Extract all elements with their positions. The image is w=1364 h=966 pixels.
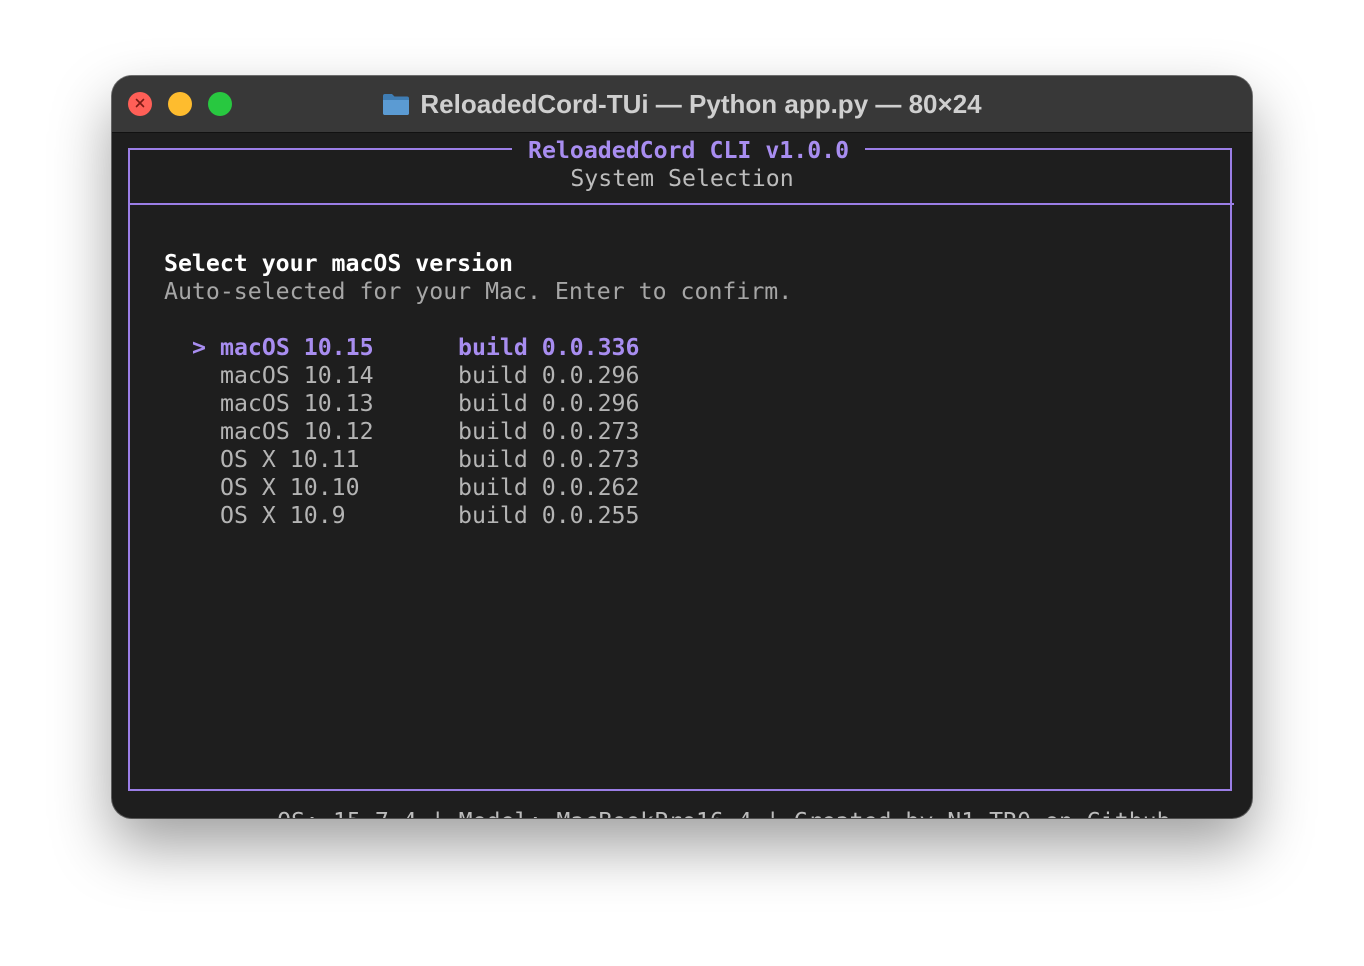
prompt-subtitle: Auto-selected for your Mac. Enter to con… — [164, 278, 793, 305]
terminal-content[interactable]: ReloadedCord CLI v1.0.0 System Selection… — [112, 133, 1252, 818]
window-title-group: ReloadedCord-TUi — Python app.py — 80×24 — [112, 76, 1252, 132]
window-title: ReloadedCord-TUi — Python app.py — 80×24 — [420, 88, 982, 119]
version-build: build 0.0.296 — [458, 390, 640, 417]
terminal-window: ReloadedCord-TUi — Python app.py — 80×24… — [112, 76, 1252, 818]
status-footer: OS: 15.7.4 | Model: MacBookPro16,4 | Cre… — [112, 780, 1252, 818]
version-build: build 0.0.336 — [458, 334, 640, 361]
version-label: macOS 10.14 — [220, 362, 374, 389]
version-label: OS X 10.10 — [220, 474, 360, 501]
version-label: macOS 10.13 — [220, 390, 374, 417]
prompt-title: Select your macOS version — [164, 250, 514, 277]
version-build: build 0.0.273 — [458, 418, 640, 445]
header-divider — [128, 203, 1234, 205]
selection-cursor: > — [192, 334, 206, 361]
title-bar[interactable]: ReloadedCord-TUi — Python app.py — 80×24 — [112, 76, 1252, 133]
version-build: build 0.0.273 — [458, 446, 640, 473]
version-label: OS X 10.11 — [220, 446, 360, 473]
folder-icon — [383, 94, 410, 115]
status-text: OS: 15.7.4 | Model: MacBookPro16,4 | Cre… — [263, 808, 1185, 818]
screen-title: System Selection — [570, 165, 794, 192]
version-build: build 0.0.296 — [458, 362, 640, 389]
version-build: build 0.0.262 — [458, 474, 640, 501]
version-label: macOS 10.12 — [220, 418, 374, 445]
version-label: OS X 10.9 — [220, 502, 346, 529]
version-label: macOS 10.15 — [220, 334, 374, 361]
app-title: ReloadedCord CLI v1.0.0 — [512, 137, 866, 165]
version-build: build 0.0.255 — [458, 502, 640, 529]
